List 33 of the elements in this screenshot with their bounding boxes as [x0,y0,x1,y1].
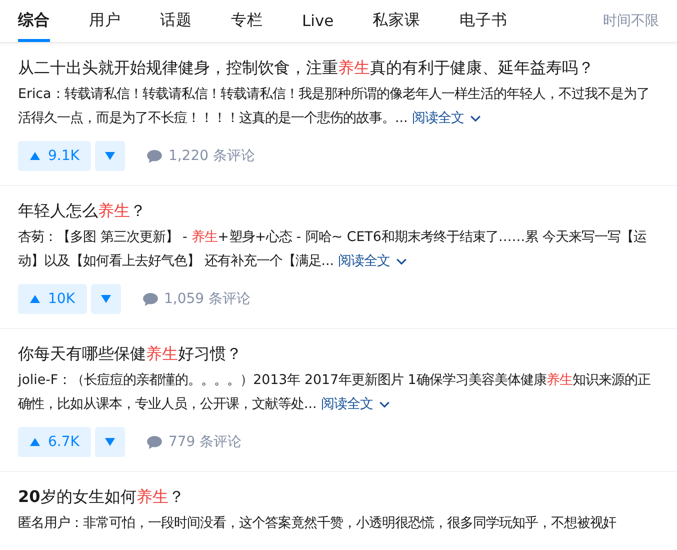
downvote-button[interactable] [95,141,126,171]
tab[interactable]: 话题 [160,0,192,42]
read-more-link[interactable]: 阅读全文 [338,250,408,274]
read-more-link[interactable]: 阅读全文 [412,107,481,131]
result-excerpt: 杏茐：【多图 第三次更新】 - 养生+塑身+心态 - 阿哈~ CET6和期末考终于结束了……累 今天来写一写【运动】以及【如何看上去好气色】 还有补充一个【满足... 阅读全文 [18,226,661,274]
triangle-down-icon [105,438,116,446]
triangle-up-icon [30,295,40,303]
result-title[interactable]: 从二十出头就开始规律健身，控制饮食，注重养生真的有利于健康、延年益寿吗？ [18,55,661,81]
downvote-button[interactable] [91,284,121,314]
downvote-button[interactable] [95,427,126,457]
tab[interactable]: 私家课 [372,0,421,42]
result-title[interactable]: 年轻人怎么养生？ [18,198,661,224]
comment-icon [147,436,162,448]
result-excerpt: Erica：转载请私信！转载请私信！转载请私信！我是那种所谓的像老年人一样生活的年轻人，不过我不是为了活得久一点，而是为了不长痘！！！！这真的是一个悲伤的故事。... 阅读全文 [18,83,661,131]
triangle-up-icon [30,152,40,160]
tab[interactable]: 综合 [18,0,50,42]
comment-icon [143,292,158,306]
read-more-link[interactable]: 阅读全文 [320,393,390,417]
result-excerpt: jolie-F：（长痘痘的亲都懂的。。。。）2013年 2017年更新图片 1确保学习美容美体健康养生知识来源的正确性，比如从课本，专业人员，公开课，文献等处... 阅读全文 [18,369,661,417]
triangle-down-icon [105,152,116,160]
tab[interactable]: 用户 [89,0,121,42]
triangle-down-icon [101,295,111,303]
chevron-down-icon [378,401,390,408]
tab[interactable]: 专栏 [231,0,263,42]
result-title[interactable]: 你每天有哪些保健养生好习惯？ [18,341,661,367]
result-excerpt: 匿名用户：非常可怕，一段时间没看，这个答案竟然千赞，小透明很恐慌，很多同学玩知乎，不想被视奸 [18,514,617,533]
comment-icon [147,150,162,162]
tab[interactable]: 电子书 [460,0,508,42]
result-title[interactable]: 20岁的女生如何养生？ [18,484,661,510]
triangle-up-icon [30,438,40,446]
chevron-down-icon [470,115,481,122]
chevron-down-icon [396,258,408,265]
tab[interactable]: Live [302,0,334,42]
